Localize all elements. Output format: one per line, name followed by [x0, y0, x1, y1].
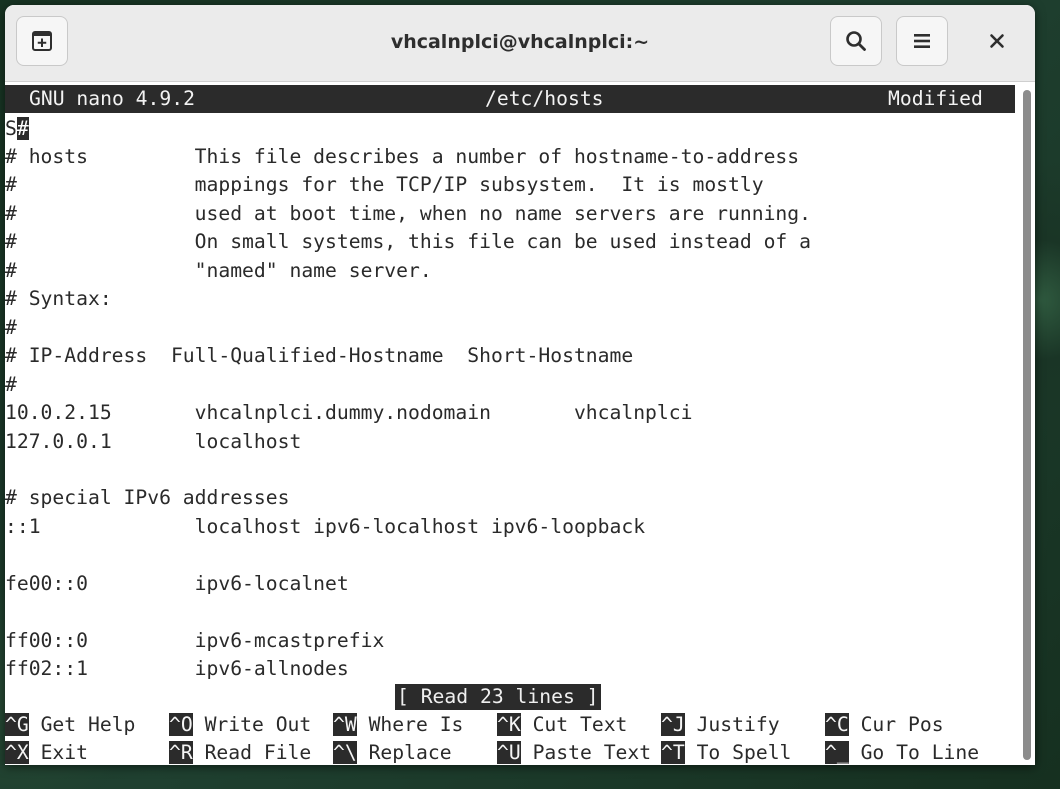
shortcut-label: To Spell	[684, 741, 792, 764]
shortcut-key: ^R	[169, 741, 193, 764]
file-line: 10.0.2.15 vhcalnplci.dummy.nodomain vhca…	[5, 401, 693, 425]
shortcut-label: Write Out	[192, 713, 312, 736]
shortcut-item[interactable]: ^U Paste Text	[497, 739, 651, 765]
nano-filename: /etc/hosts	[485, 87, 604, 110]
file-line: # On small systems, this file can be use…	[5, 230, 811, 254]
shortcut-label: Where Is	[356, 713, 464, 736]
shortcut-item[interactable]: ^G Get Help	[5, 711, 135, 739]
file-line: ff00::0 ipv6-mcastprefix	[5, 628, 385, 652]
file-line: # used at boot time, when no name server…	[5, 201, 811, 225]
close-button[interactable]	[971, 16, 1023, 66]
menu-button[interactable]	[896, 16, 948, 66]
shortcut-label: Get Help	[28, 713, 136, 736]
shortcut-item[interactable]: ^X Exit	[5, 739, 88, 765]
shortcut-key: ^\	[333, 741, 357, 764]
file-line: #	[5, 315, 17, 339]
search-icon	[846, 31, 866, 51]
shortcut-key: ^W	[333, 713, 357, 736]
cursor-line-prefix: S	[5, 117, 17, 140]
file-line: #	[5, 372, 17, 396]
shortcut-key: ^J	[661, 713, 685, 736]
shortcut-item[interactable]: ^R Read File	[169, 739, 311, 765]
shortcut-label: Replace	[356, 741, 452, 764]
file-line: # IP-Address Full-Qualified-Hostname Sho…	[5, 344, 634, 368]
file-line: fe00::0 ipv6-localnet	[5, 571, 349, 595]
text-cursor: #	[16, 117, 29, 140]
shortcut-item[interactable]: ^O Write Out	[169, 711, 311, 739]
shortcut-label: Read File	[192, 741, 312, 764]
shortcut-item[interactable]: ^T To Spell	[661, 739, 791, 765]
close-icon	[990, 34, 1004, 48]
file-line: # "named" name server.	[5, 258, 432, 282]
file-line: # mappings for the TCP/IP subsystem. It …	[5, 173, 764, 197]
shortcut-label: Cut Text	[520, 713, 628, 736]
shortcut-item[interactable]: ^J Justify	[661, 711, 780, 739]
shortcut-item[interactable]: ^W Where Is	[333, 711, 463, 739]
shortcut-key: ^O	[169, 713, 193, 736]
file-line: # special IPv6 addresses	[5, 486, 290, 510]
nano-version: GNU nano 4.9.2	[29, 87, 195, 110]
shortcut-label: Cur Pos	[848, 713, 944, 736]
cursor-line[interactable]: S#	[5, 115, 29, 143]
file-line: ff02::1 ipv6-allnodes	[5, 657, 349, 681]
shortcut-key: ^_	[825, 741, 849, 764]
hamburger-menu-icon	[914, 34, 930, 48]
scrollbar[interactable]	[1019, 84, 1035, 765]
shortcut-key: ^T	[661, 741, 685, 764]
shortcut-key: ^U	[497, 741, 521, 764]
scrollbar-thumb[interactable]	[1023, 90, 1031, 760]
terminal-area[interactable]: GNU nano 4.9.2 /etc/hosts Modified S# # …	[5, 82, 1017, 765]
terminal-window: vhcalnplci@vhcalnplci:~ GNU nano 4.9.2 /…	[5, 5, 1035, 765]
nano-header-bar: GNU nano 4.9.2 /etc/hosts Modified	[5, 85, 1015, 113]
shortcut-label: Justify	[684, 713, 780, 736]
search-button[interactable]	[830, 16, 882, 66]
shortcut-item[interactable]: ^C Cur Pos	[825, 711, 944, 739]
file-line: # Syntax:	[5, 287, 112, 311]
file-line: ::1 localhost ipv6-localhost ipv6-loopba…	[5, 514, 646, 538]
shortcut-key: ^K	[497, 713, 521, 736]
shortcut-label: Paste Text	[520, 741, 652, 764]
shortcut-key: ^X	[5, 741, 29, 764]
shortcut-item[interactable]: ^\ Replace	[333, 739, 452, 765]
nano-modified-state: Modified	[888, 87, 983, 110]
shortcut-label: Go To Line	[848, 741, 980, 764]
status-message: [ Read 23 lines ]	[395, 684, 601, 710]
shortcut-item[interactable]: ^_ Go To Line	[825, 739, 979, 765]
file-line: 127.0.0.1 localhost	[5, 429, 302, 453]
shortcut-key: ^G	[5, 713, 29, 736]
title-bar: vhcalnplci@vhcalnplci:~	[5, 5, 1035, 82]
file-line: # hosts This file describes a number of …	[5, 145, 800, 168]
shortcut-label: Exit	[28, 741, 88, 764]
shortcut-key: ^C	[825, 713, 849, 736]
shortcut-item[interactable]: ^K Cut Text	[497, 711, 627, 739]
